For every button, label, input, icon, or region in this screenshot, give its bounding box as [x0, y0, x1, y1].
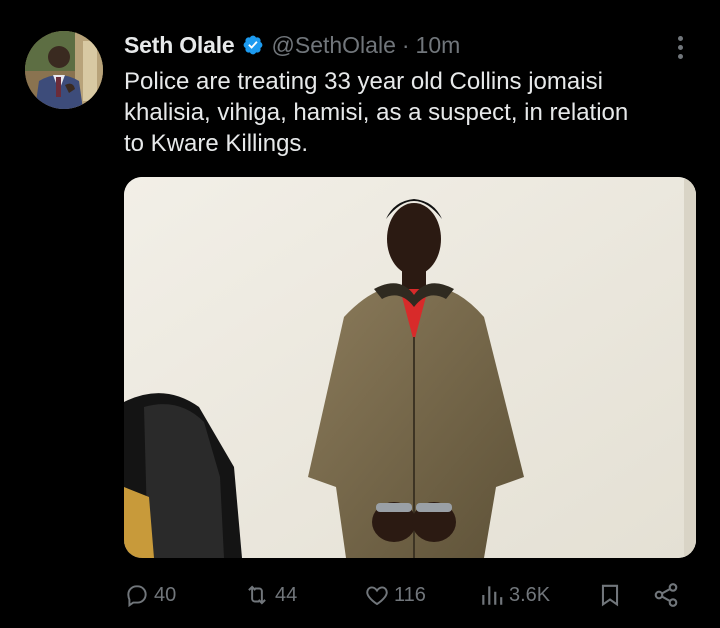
- views-chart-icon: [482, 586, 503, 605]
- reply-button[interactable]: 40: [124, 578, 176, 612]
- tweet-text-line: khalisia, vihiga, hamisi, as a suspect, …: [124, 99, 629, 126]
- author-handle[interactable]: @SethOlale: [272, 32, 396, 59]
- tweet-timestamp[interactable]: 10m: [416, 32, 461, 59]
- suspect-photo: [124, 177, 696, 558]
- view-count: 3.6K: [509, 583, 551, 606]
- reply-count: 40: [154, 583, 177, 606]
- tweet-media-image[interactable]: [124, 177, 696, 558]
- tweet-header: Seth Olale @SethOlale · 10m: [124, 30, 460, 60]
- repost-button[interactable]: 44: [243, 578, 297, 612]
- share-button[interactable]: [652, 578, 680, 612]
- tweet[interactable]: Seth Olale @SethOlale · 10m Police are t…: [0, 0, 720, 628]
- bookmark-icon: [601, 584, 619, 607]
- repost-icon: [248, 585, 266, 605]
- author-avatar[interactable]: [25, 31, 103, 109]
- meta-separator: ·: [401, 31, 410, 58]
- avatar-photo: [25, 31, 103, 109]
- tweet-text-line: Police are treating 33 year old Collins …: [124, 68, 603, 95]
- verified-badge-icon[interactable]: [242, 34, 264, 56]
- repost-count: 44: [275, 583, 298, 606]
- reply-icon: [127, 585, 147, 608]
- share-icon: [654, 583, 678, 607]
- more-options-icon[interactable]: [670, 33, 690, 61]
- tweet-action-bar: 40 44 116 3.6K: [0, 578, 720, 612]
- tweet-text-line: to Kware Killings.: [124, 130, 309, 157]
- tweet-text: Police are treating 33 year old Collins …: [124, 66, 704, 159]
- bookmark-button[interactable]: [597, 578, 623, 612]
- views-button[interactable]: 3.6K: [479, 578, 550, 612]
- heart-icon: [366, 586, 388, 606]
- like-button[interactable]: 116: [364, 578, 426, 612]
- author-name[interactable]: Seth Olale: [124, 32, 235, 59]
- like-count: 116: [394, 583, 426, 606]
